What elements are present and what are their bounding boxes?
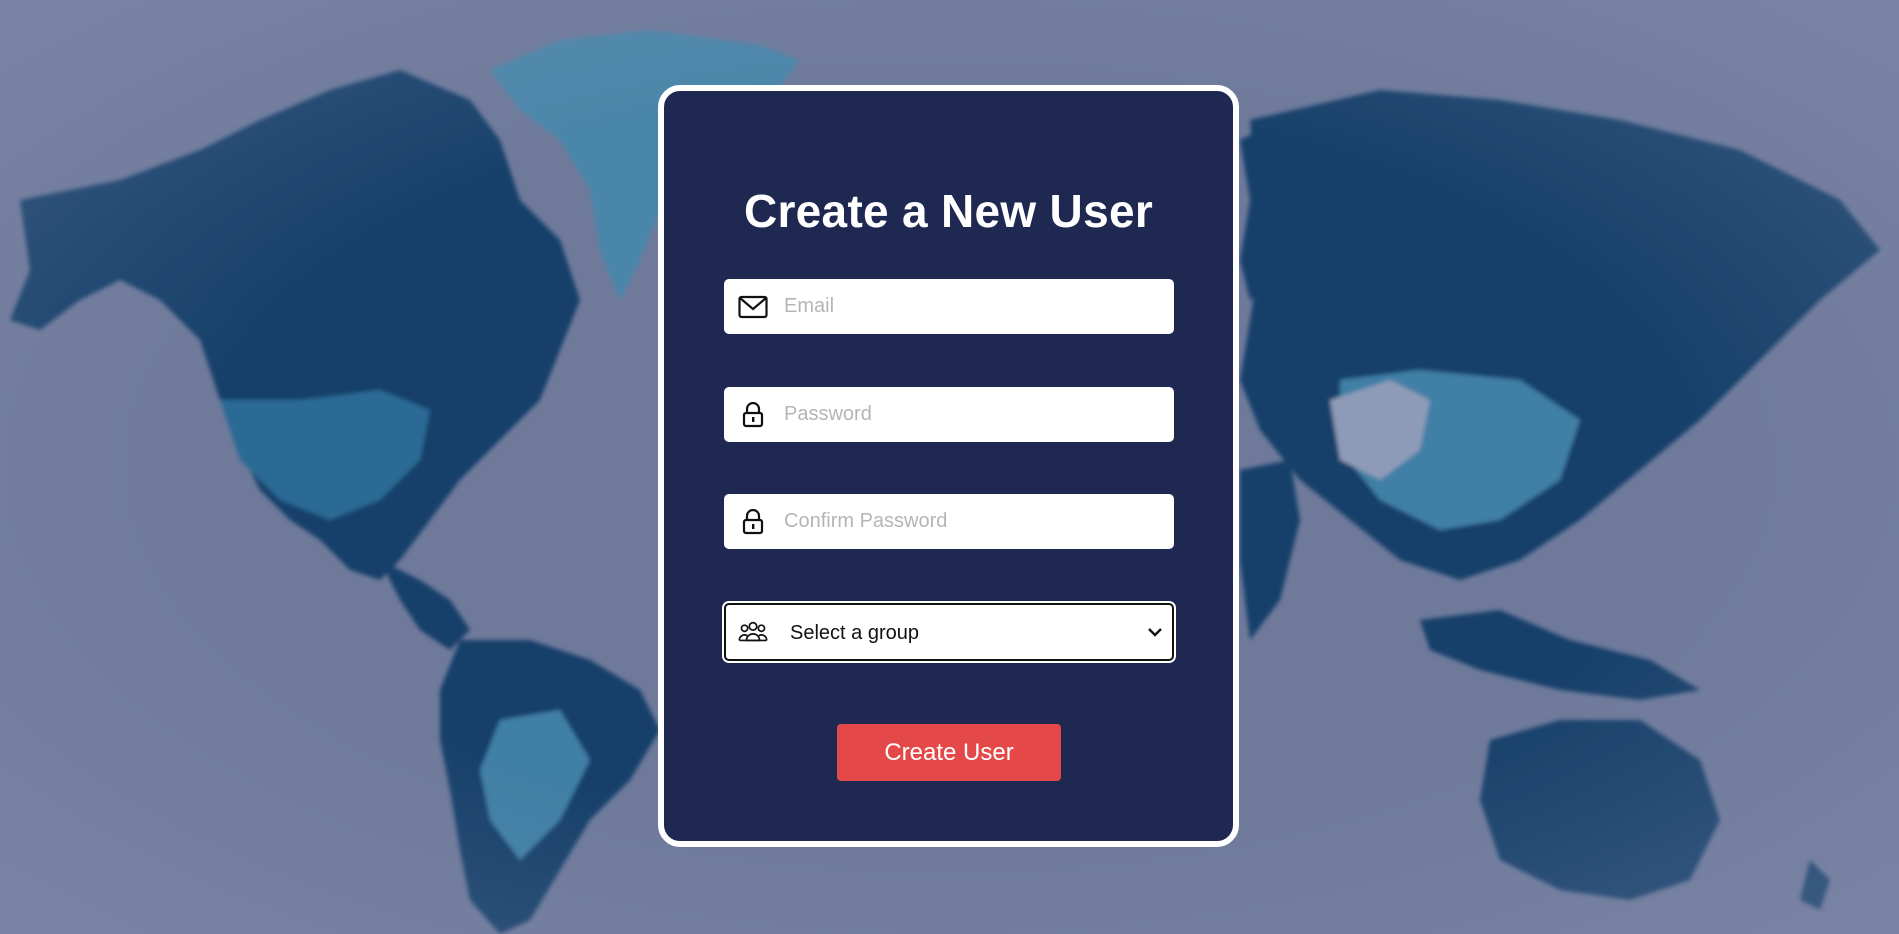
lock-icon [738, 508, 768, 536]
email-field[interactable] [724, 279, 1174, 334]
group-select-value: Select a group [790, 622, 919, 644]
lock-icon [738, 401, 768, 429]
confirm-password-field[interactable] [724, 494, 1174, 549]
password-field[interactable] [724, 387, 1174, 442]
create-user-button[interactable]: Create User [837, 724, 1061, 781]
chevron-down-icon [1146, 623, 1164, 641]
mail-icon [738, 293, 768, 321]
group-icon [738, 618, 768, 646]
page-title: Create a New User [743, 185, 1154, 237]
password-input[interactable] [784, 387, 1164, 442]
confirm-password-input[interactable] [784, 494, 1164, 549]
group-select[interactable]: Select a group [724, 603, 1174, 661]
email-input[interactable] [784, 279, 1164, 334]
create-user-card: Create a New User Email Select a group C… [658, 85, 1239, 847]
